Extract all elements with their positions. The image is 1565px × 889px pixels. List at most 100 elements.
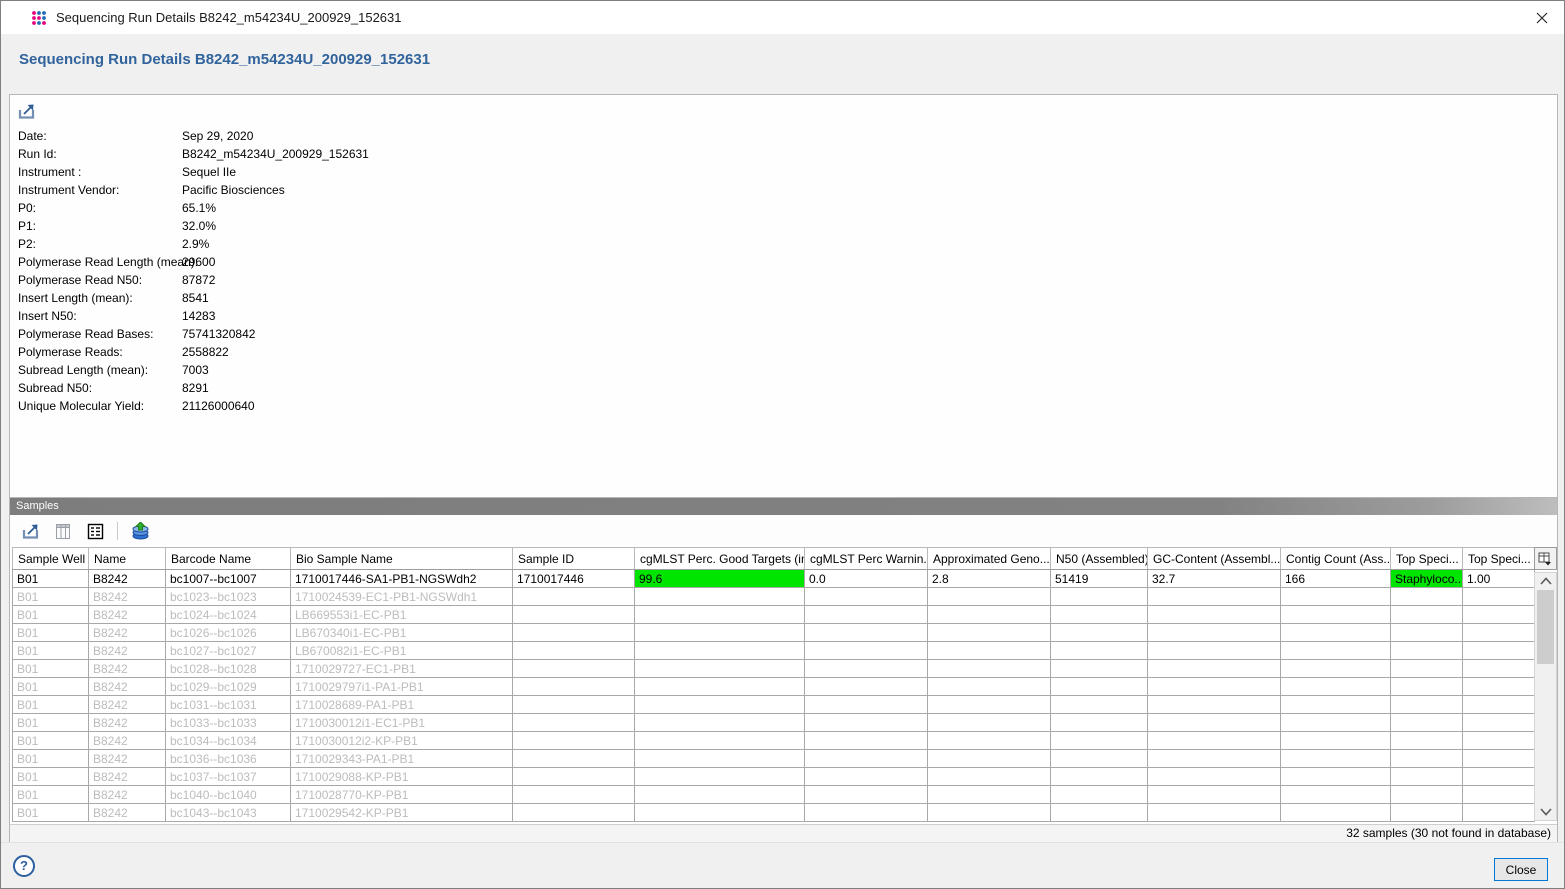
close-button[interactable]: Close xyxy=(1494,858,1548,881)
table-cell xyxy=(1463,768,1535,786)
table-cell xyxy=(928,696,1051,714)
detail-row: Polymerase Reads:2558822 xyxy=(10,343,1557,361)
column-header[interactable]: Top Speci... xyxy=(1463,548,1535,570)
table-row[interactable]: B01B8242bc1036--bc10361710029343-PA1-PB1 xyxy=(13,750,1535,768)
table-columns-icon[interactable] xyxy=(50,519,76,543)
table-cell xyxy=(513,750,635,768)
column-header[interactable]: cgMLST Perc Warnin... xyxy=(805,548,928,570)
table-cell xyxy=(1391,750,1463,768)
table-row[interactable]: B01B8242bc1034--bc10341710030012i2-KP-PB… xyxy=(13,732,1535,750)
table-row[interactable]: B01B8242bc1033--bc10331710030012i1-EC1-P… xyxy=(13,714,1535,732)
database-upload-icon[interactable] xyxy=(127,519,153,543)
table-cell: Staphyloco... xyxy=(1391,570,1463,588)
table-cell xyxy=(1391,588,1463,606)
table-row[interactable]: B01B8242bc1024--bc1024LB669553i1-EC-PB1 xyxy=(13,606,1535,624)
table-cell: bc1024--bc1024 xyxy=(166,606,291,624)
detail-value: 2.9% xyxy=(182,235,209,253)
detail-value: 14283 xyxy=(182,307,215,325)
detail-row: Subread N50:8291 xyxy=(10,379,1557,397)
detail-label: Instrument Vendor: xyxy=(18,181,182,199)
table-cell xyxy=(1463,624,1535,642)
table-cell: 1.00 xyxy=(1463,570,1535,588)
scroll-up-icon[interactable] xyxy=(1535,573,1556,589)
samples-table-wrap: Sample WellNameBarcode NameBio Sample Na… xyxy=(12,547,1535,822)
table-cell: B01 xyxy=(13,768,89,786)
table-cell xyxy=(635,804,805,822)
table-cell xyxy=(1051,750,1148,768)
scrollbar-thumb[interactable] xyxy=(1537,590,1554,664)
detail-row: Unique Molecular Yield:21126000640 xyxy=(10,397,1557,415)
window-close-icon[interactable] xyxy=(1520,1,1564,34)
column-header[interactable]: Name xyxy=(89,548,166,570)
table-cell xyxy=(635,696,805,714)
column-header[interactable]: cgMLST Perc. Good Targets (in... xyxy=(635,548,805,570)
table-cell: bc1026--bc1026 xyxy=(166,624,291,642)
detail-label: Subread Length (mean): xyxy=(18,361,182,379)
table-row[interactable]: B01B8242bc1007--bc10071710017446-SA1-PB1… xyxy=(13,570,1535,588)
table-cell xyxy=(1463,660,1535,678)
table-row[interactable]: B01B8242bc1023--bc10231710024539-EC1-PB1… xyxy=(13,588,1535,606)
column-header[interactable]: Bio Sample Name xyxy=(291,548,513,570)
column-header[interactable]: Barcode Name xyxy=(166,548,291,570)
table-row[interactable]: B01B8242bc1037--bc10371710029088-KP-PB1 xyxy=(13,768,1535,786)
window-titlebar: Sequencing Run Details B8242_m54234U_200… xyxy=(1,1,1564,34)
page-title: Sequencing Run Details B8242_m54234U_200… xyxy=(19,51,430,68)
column-chooser-button[interactable] xyxy=(1534,547,1557,570)
column-header[interactable]: Sample Well xyxy=(13,548,89,570)
detail-row: Insert N50:14283 xyxy=(10,307,1557,325)
list-details-icon[interactable] xyxy=(82,519,108,543)
table-cell xyxy=(1391,768,1463,786)
table-cell xyxy=(513,714,635,732)
detail-row: Insert Length (mean):8541 xyxy=(10,289,1557,307)
table-cell xyxy=(1463,678,1535,696)
table-cell xyxy=(928,786,1051,804)
detail-label: Polymerase Read Bases: xyxy=(18,325,182,343)
detail-row: Polymerase Read N50:87872 xyxy=(10,271,1557,289)
detail-value: B8242_m54234U_200929_152631 xyxy=(182,145,369,163)
table-cell: B8242 xyxy=(89,714,166,732)
table-cell xyxy=(1051,714,1148,732)
table-cell: B8242 xyxy=(89,660,166,678)
table-cell xyxy=(1391,732,1463,750)
column-header[interactable]: N50 (Assembled) xyxy=(1051,548,1148,570)
table-cell xyxy=(805,768,928,786)
table-cell xyxy=(928,714,1051,732)
detail-label: Run Id: xyxy=(18,145,182,163)
table-cell xyxy=(805,678,928,696)
table-cell xyxy=(805,696,928,714)
details-toolbar xyxy=(10,95,1557,121)
table-cell: B01 xyxy=(13,678,89,696)
column-header[interactable]: Sample ID xyxy=(513,548,635,570)
scroll-down-icon[interactable] xyxy=(1535,804,1556,820)
column-header[interactable]: Approximated Geno... xyxy=(928,548,1051,570)
table-row[interactable]: B01B8242bc1043--bc10431710029542-KP-PB1 xyxy=(13,804,1535,822)
detail-label: Polymerase Reads: xyxy=(18,343,182,361)
help-icon[interactable]: ? xyxy=(13,855,35,877)
table-cell xyxy=(635,642,805,660)
table-row[interactable]: B01B8242bc1040--bc10401710028770-KP-PB1 xyxy=(13,786,1535,804)
table-row[interactable]: B01B8242bc1028--bc10281710029727-EC1-PB1 xyxy=(13,660,1535,678)
column-header[interactable]: GC-Content (Assembl... xyxy=(1148,548,1281,570)
column-header[interactable]: Top Speci... xyxy=(1391,548,1463,570)
table-cell xyxy=(513,804,635,822)
table-cell xyxy=(805,732,928,750)
table-row[interactable]: B01B8242bc1027--bc1027LB670082i1-EC-PB1 xyxy=(13,642,1535,660)
table-row[interactable]: B01B8242bc1026--bc1026LB670340i1-EC-PB1 xyxy=(13,624,1535,642)
table-cell: bc1023--bc1023 xyxy=(166,588,291,606)
table-vertical-scrollbar[interactable] xyxy=(1534,572,1557,821)
table-row[interactable]: B01B8242bc1029--bc10291710029797i1-PA1-P… xyxy=(13,678,1535,696)
export-icon[interactable] xyxy=(18,519,44,543)
table-cell xyxy=(1463,588,1535,606)
detail-value: 8541 xyxy=(182,289,209,307)
export-icon[interactable] xyxy=(14,99,40,123)
table-cell xyxy=(928,804,1051,822)
table-cell xyxy=(928,606,1051,624)
table-cell xyxy=(1051,606,1148,624)
detail-row: P2:2.9% xyxy=(10,235,1557,253)
table-cell: B8242 xyxy=(89,750,166,768)
table-cell xyxy=(928,750,1051,768)
table-row[interactable]: B01B8242bc1031--bc10311710028689-PA1-PB1 xyxy=(13,696,1535,714)
table-cell: B01 xyxy=(13,750,89,768)
table-cell xyxy=(513,588,635,606)
column-header[interactable]: Contig Count (Ass... xyxy=(1281,548,1391,570)
